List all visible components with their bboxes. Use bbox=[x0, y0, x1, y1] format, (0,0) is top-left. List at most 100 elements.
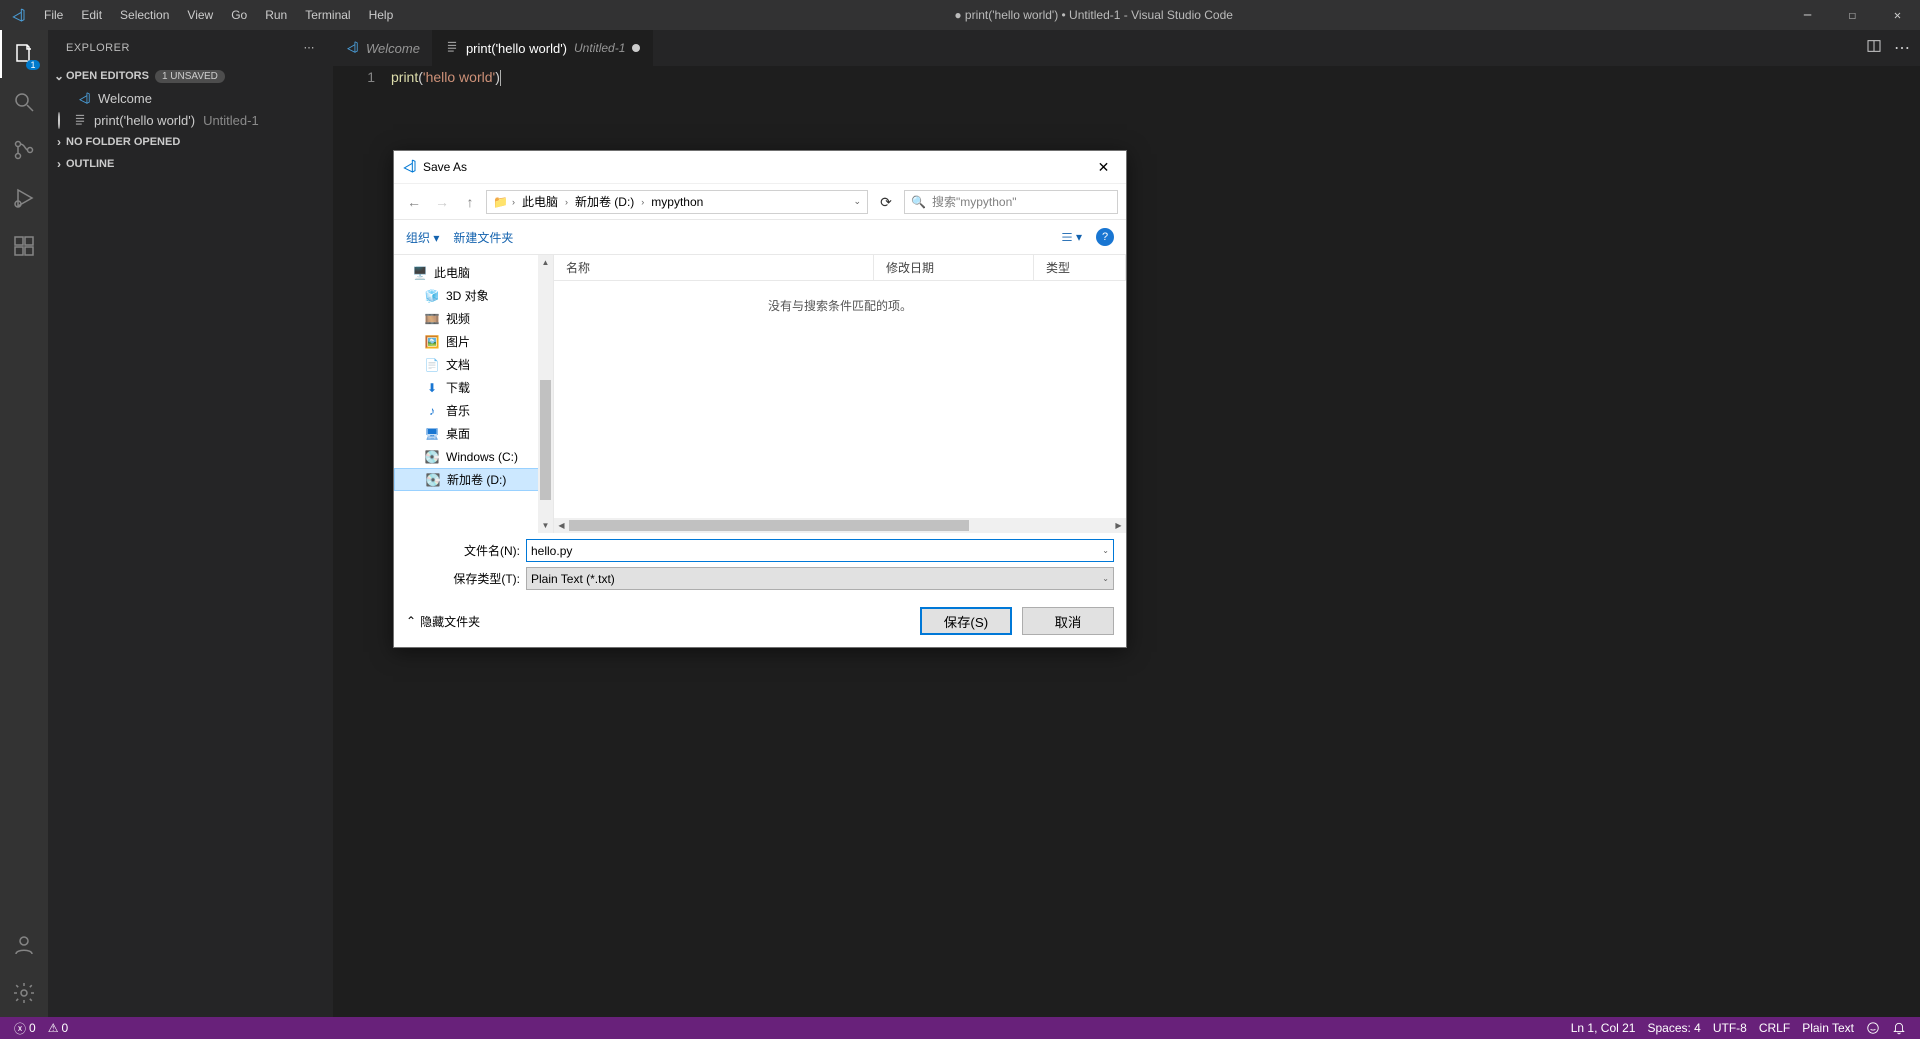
menu-file[interactable]: File bbox=[35, 0, 72, 30]
drive-icon: 💽 bbox=[425, 472, 441, 488]
explorer-more-icon[interactable]: ⋯ bbox=[304, 41, 316, 54]
view-options-button[interactable]: ▾ bbox=[1060, 230, 1082, 244]
organize-dropdown[interactable]: 组织 ▾ bbox=[406, 229, 439, 246]
menu-run[interactable]: Run bbox=[256, 0, 296, 30]
hide-folders-toggle[interactable]: ⌃ 隐藏文件夹 bbox=[406, 613, 480, 630]
tab-untitled-1[interactable]: print('hello world') Untitled-1 bbox=[433, 30, 653, 66]
window-maximize-button[interactable]: ☐ bbox=[1830, 0, 1875, 30]
activity-extensions[interactable] bbox=[0, 222, 48, 270]
address-breadcrumb[interactable]: 📁 › 此电脑 › 新加卷 (D:) › mypython ⌄ bbox=[486, 190, 868, 214]
folder-tree: 🖥️此电脑 🧊3D 对象 🎞️视频 🖼️图片 📄文档 ⬇下载 ♪音乐 🖥桌面 💽… bbox=[394, 255, 554, 533]
file-list: 名称 修改日期 类型 没有与搜索条件匹配的项。 ◀▶ bbox=[554, 255, 1126, 533]
nav-forward-button[interactable]: → bbox=[430, 194, 454, 210]
dialog-title: Save As bbox=[423, 160, 467, 174]
help-button[interactable]: ? bbox=[1096, 228, 1114, 246]
search-icon: 🔍 bbox=[911, 195, 926, 209]
tree-item[interactable]: ⬇下载 bbox=[394, 376, 553, 399]
breadcrumb-item[interactable]: 新加卷 (D:) bbox=[572, 193, 637, 210]
more-actions-icon[interactable]: ⋯ bbox=[1894, 38, 1910, 58]
menu-help[interactable]: Help bbox=[360, 0, 403, 30]
desktop-icon: 🖥 bbox=[424, 426, 440, 442]
status-feedback-icon[interactable] bbox=[1860, 1021, 1886, 1035]
outline-header[interactable]: › OUTLINE bbox=[48, 153, 333, 175]
tab-suffix: Untitled-1 bbox=[574, 41, 625, 55]
nav-refresh-button[interactable]: ⟳ bbox=[872, 190, 900, 214]
tree-item[interactable]: 💽Windows (C:) bbox=[394, 445, 553, 468]
status-eol[interactable]: CRLF bbox=[1753, 1021, 1796, 1035]
breadcrumb-item[interactable]: mypython bbox=[648, 195, 706, 209]
menu-terminal[interactable]: Terminal bbox=[296, 0, 359, 30]
column-header-type[interactable]: 类型 bbox=[1034, 255, 1126, 280]
breadcrumb-item[interactable]: 此电脑 bbox=[519, 193, 561, 210]
search-input[interactable]: 🔍 搜索"mypython" bbox=[904, 190, 1118, 214]
search-placeholder: 搜索"mypython" bbox=[932, 193, 1017, 210]
tree-item[interactable]: 🖥桌面 bbox=[394, 422, 553, 445]
tree-item[interactable]: ♪音乐 bbox=[394, 399, 553, 422]
pc-icon: 🖥️ bbox=[412, 265, 428, 281]
status-spaces[interactable]: Spaces: 4 bbox=[1641, 1021, 1706, 1035]
activity-run-debug[interactable] bbox=[0, 174, 48, 222]
chevron-right-icon: › bbox=[52, 135, 66, 149]
open-editor-item[interactable]: Welcome bbox=[48, 87, 333, 109]
open-editor-suffix: Untitled-1 bbox=[203, 113, 259, 128]
activity-accounts[interactable] bbox=[0, 921, 48, 969]
tab-welcome[interactable]: Welcome bbox=[333, 30, 433, 66]
chevron-down-icon[interactable]: ⌄ bbox=[853, 196, 861, 207]
list-h-scrollbar[interactable]: ◀▶ bbox=[554, 518, 1126, 533]
statusbar: ⓧ0 ⚠0 Ln 1, Col 21 Spaces: 4 UTF-8 CRLF … bbox=[0, 1017, 1920, 1039]
chevron-down-icon[interactable]: ⌄ bbox=[1102, 546, 1109, 555]
explorer-badge: 1 bbox=[26, 60, 40, 70]
save-button[interactable]: 保存(S) bbox=[920, 607, 1012, 635]
menu-view[interactable]: View bbox=[178, 0, 222, 30]
modified-dot-icon bbox=[632, 44, 640, 52]
error-icon: ⓧ bbox=[14, 1020, 26, 1037]
filename-label: 文件名(N): bbox=[406, 542, 526, 559]
tree-item[interactable]: 💽新加卷 (D:) bbox=[394, 468, 553, 491]
activity-source-control[interactable] bbox=[0, 126, 48, 174]
video-icon: 🎞️ bbox=[424, 311, 440, 327]
menu-selection[interactable]: Selection bbox=[111, 0, 178, 30]
window-minimize-button[interactable]: ─ bbox=[1785, 0, 1830, 30]
nav-back-button[interactable]: ← bbox=[402, 194, 426, 210]
tree-item[interactable]: 📄文档 bbox=[394, 353, 553, 376]
tree-item[interactable]: 🎞️视频 bbox=[394, 307, 553, 330]
tree-item[interactable]: 🖼️图片 bbox=[394, 330, 553, 353]
menu-edit[interactable]: Edit bbox=[72, 0, 111, 30]
status-bell-icon[interactable] bbox=[1886, 1021, 1912, 1035]
window-close-button[interactable]: ✕ bbox=[1875, 0, 1920, 30]
dialog-close-button[interactable]: ✕ bbox=[1081, 151, 1126, 183]
activity-search[interactable] bbox=[0, 78, 48, 126]
column-header-name[interactable]: 名称 bbox=[554, 255, 874, 280]
open-editor-item[interactable]: print('hello world') Untitled-1 bbox=[48, 109, 333, 131]
status-warnings[interactable]: ⚠0 bbox=[42, 1021, 74, 1035]
split-editor-icon[interactable] bbox=[1866, 38, 1882, 59]
chevron-down-icon: ⌄ bbox=[1102, 574, 1109, 583]
status-cursor[interactable]: Ln 1, Col 21 bbox=[1565, 1021, 1642, 1035]
cancel-button[interactable]: 取消 bbox=[1022, 607, 1114, 635]
nav-up-button[interactable]: ↑ bbox=[458, 194, 482, 210]
filename-input[interactable]: hello.py⌄ bbox=[526, 539, 1114, 562]
chevron-down-icon: ⌄ bbox=[52, 69, 66, 83]
no-folder-header[interactable]: › NO FOLDER OPENED bbox=[48, 131, 333, 153]
status-errors[interactable]: ⓧ0 bbox=[8, 1020, 42, 1037]
open-editors-header[interactable]: ⌄ OPEN EDITORS 1 UNSAVED bbox=[48, 65, 333, 87]
column-header-date[interactable]: 修改日期 bbox=[874, 255, 1034, 280]
filetype-select[interactable]: Plain Text (*.txt)⌄ bbox=[526, 567, 1114, 590]
window-title: ● print('hello world') • Untitled-1 - Vi… bbox=[402, 8, 1785, 22]
open-editor-label: print('hello world') bbox=[94, 113, 195, 128]
vscode-logo-icon bbox=[0, 7, 35, 23]
activity-settings[interactable] bbox=[0, 969, 48, 1017]
tab-label: print('hello world') bbox=[466, 41, 567, 56]
status-encoding[interactable]: UTF-8 bbox=[1707, 1021, 1753, 1035]
folder-icon: 📁 bbox=[493, 195, 508, 209]
menu-go[interactable]: Go bbox=[222, 0, 256, 30]
tree-item[interactable]: 🧊3D 对象 bbox=[394, 284, 553, 307]
titlebar: File Edit Selection View Go Run Terminal… bbox=[0, 0, 1920, 30]
warning-icon: ⚠ bbox=[48, 1021, 59, 1035]
status-language[interactable]: Plain Text bbox=[1796, 1021, 1860, 1035]
file-icon bbox=[445, 40, 459, 57]
tree-item[interactable]: 🖥️此电脑 bbox=[394, 261, 553, 284]
activity-explorer[interactable]: 1 bbox=[0, 30, 48, 78]
tree-scrollbar[interactable]: ▲ ▼ bbox=[538, 255, 553, 533]
new-folder-button[interactable]: 新建文件夹 bbox=[453, 229, 513, 246]
